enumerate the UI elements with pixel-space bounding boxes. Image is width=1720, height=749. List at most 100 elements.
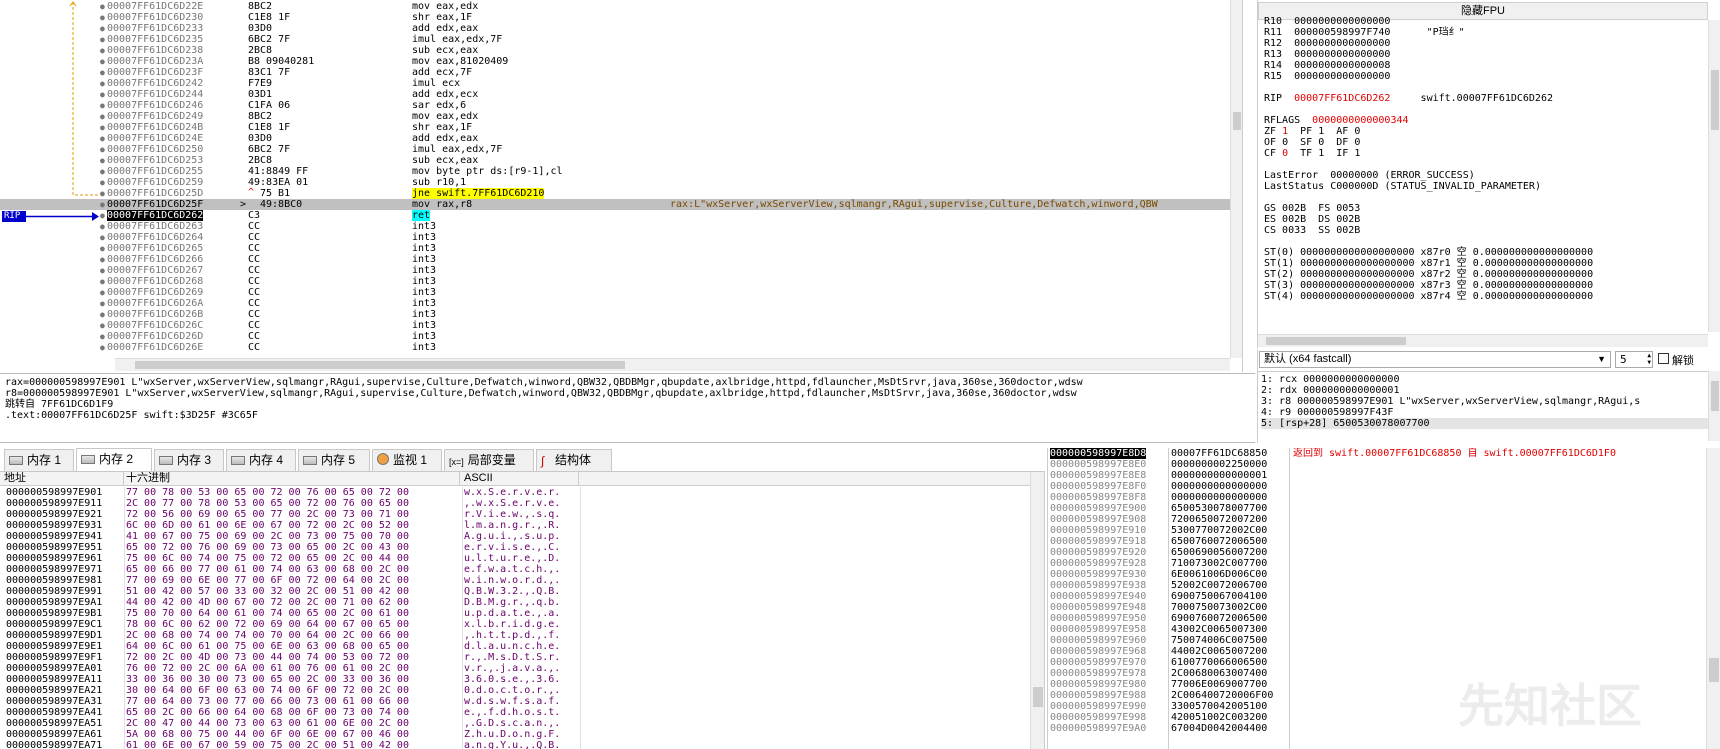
disasm-address[interactable]: 00007FF61DC6D230 [107, 12, 203, 23]
dump-address[interactable]: 000000598997E9F1 [6, 652, 102, 663]
disasm-instruction[interactable]: sub r10,1 [412, 177, 466, 188]
dump-hex[interactable]: 64 00 6C 00 61 00 75 00 6E 00 63 00 68 0… [126, 641, 409, 652]
dump-address[interactable]: 000000598997E921 [6, 509, 102, 520]
dump-ascii[interactable]: 3.6.0.s.e.,.3.6. [464, 674, 560, 685]
disasm-instruction[interactable]: int3 [412, 298, 436, 309]
memory-dump-panel[interactable]: 地址 十六进制 ASCII 000000598997E901 77 00 78 0… [0, 472, 1045, 749]
disasm-instruction[interactable]: int3 [412, 232, 436, 243]
dump-address[interactable]: 000000598997E9A1 [6, 597, 102, 608]
register-line[interactable]: OF 0 SF 0 DF 0 [1264, 137, 1360, 148]
dump-header-ascii[interactable]: ASCII [464, 472, 579, 486]
argument-lines[interactable]: 1: rcx 0000000000000000 2: rdx 0000000000… [1258, 371, 1708, 441]
dump-hex[interactable]: 2C 00 47 00 44 00 73 00 63 00 61 00 6E 0… [126, 718, 409, 729]
breakpoint-dot-icon[interactable]: ● [100, 287, 105, 298]
stepper-arrows-icon[interactable]: ▲ ▼ [1647, 352, 1651, 366]
stack-address[interactable]: 000000598997E950 [1050, 613, 1146, 624]
register-line[interactable]: ST(2) 0000000000000000000 x87r2 空 0.0000… [1264, 269, 1593, 280]
dump-vscroll[interactable] [1030, 472, 1044, 749]
register-value[interactable]: C000000D [1330, 181, 1378, 192]
dump-ascii[interactable]: u.p.d.a.t.e.,.a. [464, 608, 560, 619]
disasm-address[interactable]: 00007FF61DC6D26C [107, 320, 203, 331]
dump-ascii[interactable]: x.l.b.r.i.d.g.e. [464, 619, 560, 630]
disasm-instruction[interactable]: add edx,eax [412, 23, 478, 34]
dump-address[interactable]: 000000598997E901 [6, 487, 102, 498]
disasm-address[interactable]: 00007FF61DC6D26E [107, 342, 203, 353]
disasm-row[interactable]: ● 00007FF61DC6D267 CC int3 [0, 265, 1230, 276]
disasm-address[interactable]: 00007FF61DC6D268 [107, 276, 203, 287]
stack-value[interactable]: 6900760072006500 [1171, 613, 1267, 624]
disasm-row[interactable]: ● 00007FF61DC6D250 6BC2 7F imul eax,edx,7F [0, 144, 1230, 155]
stack-value[interactable]: 5300770072002C00 [1171, 525, 1267, 536]
dump-address[interactable]: 000000598997EA31 [6, 696, 102, 707]
stack-value[interactable]: 6100770066006500 [1171, 657, 1267, 668]
stack-value[interactable]: 750074006C007500 [1171, 635, 1267, 646]
argument-count-stepper[interactable]: 5 ▲ ▼ [1615, 351, 1653, 368]
dump-ascii[interactable]: l.m.a.n.g.r.,.R. [464, 520, 560, 531]
disasm-address[interactable]: 00007FF61DC6D25F [107, 199, 203, 210]
stack-value[interactable]: 77006E0069007700 [1171, 679, 1267, 690]
dump-address[interactable]: 000000598997E971 [6, 564, 102, 575]
disasm-instruction[interactable]: shr eax,1F [412, 122, 472, 133]
disasm-address[interactable]: 00007FF61DC6D244 [107, 89, 203, 100]
register-line[interactable]: ST(3) 0000000000000000000 x87r3 空 0.0000… [1264, 280, 1593, 291]
disasm-address[interactable]: 00007FF61DC6D24E [107, 133, 203, 144]
disasm-instruction[interactable]: int3 [412, 331, 436, 342]
register-line[interactable]: ST(0) 0000000000000000000 x87r0 空 0.0000… [1264, 247, 1593, 258]
dump-hex[interactable]: 65 00 2C 00 66 00 64 00 68 00 6F 00 73 0… [126, 707, 409, 718]
disasm-instruction[interactable]: int3 [412, 243, 436, 254]
stack-address[interactable]: 000000598997E8F8 [1050, 492, 1146, 503]
dump-ascii[interactable]: e.f.w.a.t.c.h.,. [464, 564, 560, 575]
register-value[interactable]: 00007FF61DC6D262 [1294, 93, 1390, 104]
dump-address[interactable]: 000000598997EA71 [6, 740, 102, 749]
dump-ascii[interactable]: ,.G.D.s.c.a.n.,. [464, 718, 560, 729]
dump-address[interactable]: 000000598997E9C1 [6, 619, 102, 630]
disasm-address[interactable]: 00007FF61DC6D233 [107, 23, 203, 34]
dump-ascii[interactable]: a.n.g.Y.u.,.Q.B. [464, 740, 560, 749]
dump-hex[interactable]: 75 00 6C 00 74 00 75 00 72 00 65 00 2C 0… [126, 553, 409, 564]
register-line[interactable]: R13 0000000000000000 [1264, 49, 1390, 60]
disasm-row[interactable]: ● 00007FF61DC6D230 C1E8 1F shr eax,1F [0, 12, 1230, 23]
stack-value[interactable]: 2C006400720006F00 [1171, 690, 1273, 701]
stack-value[interactable]: 0000000000000000 [1171, 481, 1267, 492]
stack-value[interactable]: 43002C0065007300 [1171, 624, 1267, 635]
arguments-panel[interactable]: 默认 (x64 fastcall) ▼ 5 ▲ ▼ 解锁 1: rcx 00000… [1257, 350, 1720, 443]
dump-address[interactable]: 000000598997EA61 [6, 729, 102, 740]
registers-hscroll[interactable] [1258, 334, 1708, 347]
disasm-instruction[interactable]: int3 [412, 254, 436, 265]
disasm-instruction[interactable]: sar edx,6 [412, 100, 466, 111]
register-value[interactable]: 0000000000000344 [1312, 115, 1408, 126]
disasm-row[interactable]: ● 00007FF61DC6D22E 8BC2 mov eax,edx [0, 1, 1230, 12]
disasm-address[interactable]: 00007FF61DC6D242 [107, 78, 203, 89]
disasm-address[interactable]: 00007FF61DC6D26B [107, 309, 203, 320]
disasm-address[interactable]: 00007FF61DC6D246 [107, 100, 203, 111]
stack-address[interactable]: 000000598997E908 [1050, 514, 1146, 525]
dump-ascii[interactable]: ,.w.x.S.e.r.v.e. [464, 498, 560, 509]
unlock-checkbox[interactable] [1658, 353, 1669, 364]
stack-address[interactable]: 000000598997E948 [1050, 602, 1146, 613]
stack-value[interactable]: 420051002C003200 [1171, 712, 1267, 723]
register-value[interactable]: 0000000000000000 [1294, 38, 1390, 49]
disasm-instruction[interactable]: add ecx,7F [412, 67, 472, 78]
disasm-row[interactable]: ● 00007FF61DC6D263 CC int3 [0, 221, 1230, 232]
disasm-row[interactable]: ● 00007FF61DC6D242 F7E9 imul ecx [0, 78, 1230, 89]
stack-value[interactable]: 6900750067004100 [1171, 591, 1267, 602]
register-line[interactable]: LastError 00000000 (ERROR_SUCCESS) [1264, 170, 1475, 181]
register-line[interactable]: R10 0000000000000000 [1264, 16, 1445, 27]
tab-5[interactable]: 监视 1 [372, 449, 442, 471]
stack-address[interactable]: 000000598997E998 [1050, 712, 1146, 723]
disasm-address[interactable]: 00007FF61DC6D259 [107, 177, 203, 188]
stack-address[interactable]: 000000598997E900 [1050, 503, 1146, 514]
stack-value[interactable]: 2C00680063007400 [1171, 668, 1267, 679]
disasm-address[interactable]: 00007FF61DC6D265 [107, 243, 203, 254]
dump-hex[interactable]: 5A 00 68 00 75 00 44 00 6F 00 6E 00 67 0… [126, 729, 409, 740]
dump-address[interactable]: 000000598997E9E1 [6, 641, 102, 652]
disasm-instruction[interactable]: add edx,ecx [412, 89, 478, 100]
disasm-address[interactable]: 00007FF61DC6D26D [107, 331, 203, 342]
disasm-row[interactable]: ● 00007FF61DC6D266 CC int3 [0, 254, 1230, 265]
disasm-instruction[interactable]: sub ecx,eax [412, 45, 478, 56]
disasm-instruction[interactable]: imul eax,edx,7F [412, 34, 502, 45]
argument-line[interactable]: 4: r9 000000598997F43F [1261, 407, 1393, 418]
disasm-instruction[interactable]: int3 [412, 342, 436, 353]
dump-address[interactable]: 000000598997EA11 [6, 674, 102, 685]
tab-6[interactable]: [x=] 局部变量 [444, 449, 534, 471]
